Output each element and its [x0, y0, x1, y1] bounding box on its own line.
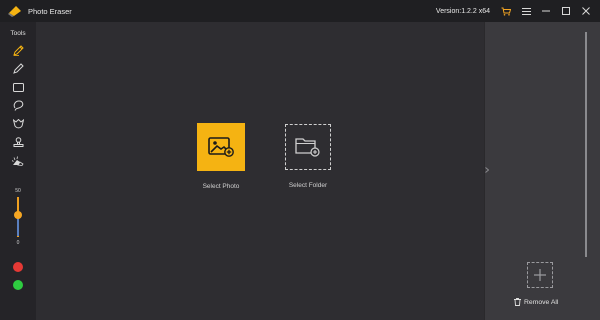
select-folder-label: Select Folder — [288, 182, 328, 189]
smart-brush-tool[interactable] — [8, 42, 28, 58]
maximize-icon — [562, 7, 570, 15]
cart-button[interactable] — [498, 3, 514, 19]
brush-size-min: 0 — [16, 239, 20, 246]
polygon-lasso-tool[interactable] — [8, 116, 28, 132]
file-list-panel: Remove All — [484, 22, 600, 320]
remove-all-label: Remove All — [524, 298, 559, 306]
title-bar: Photo Eraser Version:1.2.2 x64 — [0, 0, 600, 22]
select-photo-label: Select Photo — [202, 183, 240, 190]
stamp-tool[interactable] — [8, 135, 28, 151]
menu-button[interactable] — [518, 3, 534, 19]
slider-knob[interactable] — [14, 210, 22, 219]
lasso-tool[interactable] — [8, 98, 28, 114]
app-title: Photo Eraser — [28, 6, 72, 16]
minimize-icon — [542, 10, 550, 12]
add-photo-icon — [208, 137, 234, 157]
eraser-icon — [12, 155, 24, 166]
rectangle-tool[interactable] — [8, 79, 28, 95]
add-file-button[interactable] — [527, 262, 553, 288]
close-button[interactable] — [578, 3, 594, 19]
green-color-swatch[interactable] — [13, 279, 23, 290]
tool-sidebar: Tools 50 0 — [0, 22, 36, 320]
chevron-right-icon — [485, 167, 489, 173]
minimize-button[interactable] — [538, 3, 554, 19]
eraser-tool[interactable] — [8, 153, 28, 169]
version-label: Version:1.2.2 x64 — [435, 7, 490, 15]
app-logo-icon — [8, 6, 21, 17]
lasso-icon — [13, 100, 23, 111]
pencil-icon — [12, 63, 24, 74]
brush-size-max: 50 — [15, 187, 21, 194]
maximize-button[interactable] — [558, 3, 574, 19]
menu-icon — [521, 7, 531, 15]
red-color-swatch[interactable] — [13, 261, 23, 272]
add-folder-icon — [295, 138, 320, 157]
tools-heading: Tools — [10, 30, 26, 37]
smart-brush-icon — [12, 44, 24, 56]
rectangle-icon — [12, 82, 24, 92]
panel-collapse-handle[interactable] — [484, 165, 490, 175]
plus-icon — [534, 269, 546, 281]
stamp-icon — [13, 137, 23, 147]
cart-icon — [501, 7, 511, 16]
pencil-tool[interactable] — [8, 61, 28, 77]
select-photo-button[interactable] — [197, 123, 245, 171]
trash-icon — [514, 298, 521, 306]
select-folder-button[interactable] — [285, 124, 331, 170]
polygon-lasso-icon — [12, 119, 24, 129]
select-folder-action[interactable]: Select Folder — [285, 124, 331, 189]
panel-scrollbar[interactable] — [585, 32, 587, 257]
main-canvas: Select Photo Select Folder — [36, 22, 484, 320]
remove-all-button[interactable]: Remove All — [514, 298, 558, 306]
brush-size-slider[interactable] — [13, 196, 23, 237]
select-photo-action[interactable]: Select Photo — [197, 123, 245, 190]
close-icon — [582, 7, 590, 15]
